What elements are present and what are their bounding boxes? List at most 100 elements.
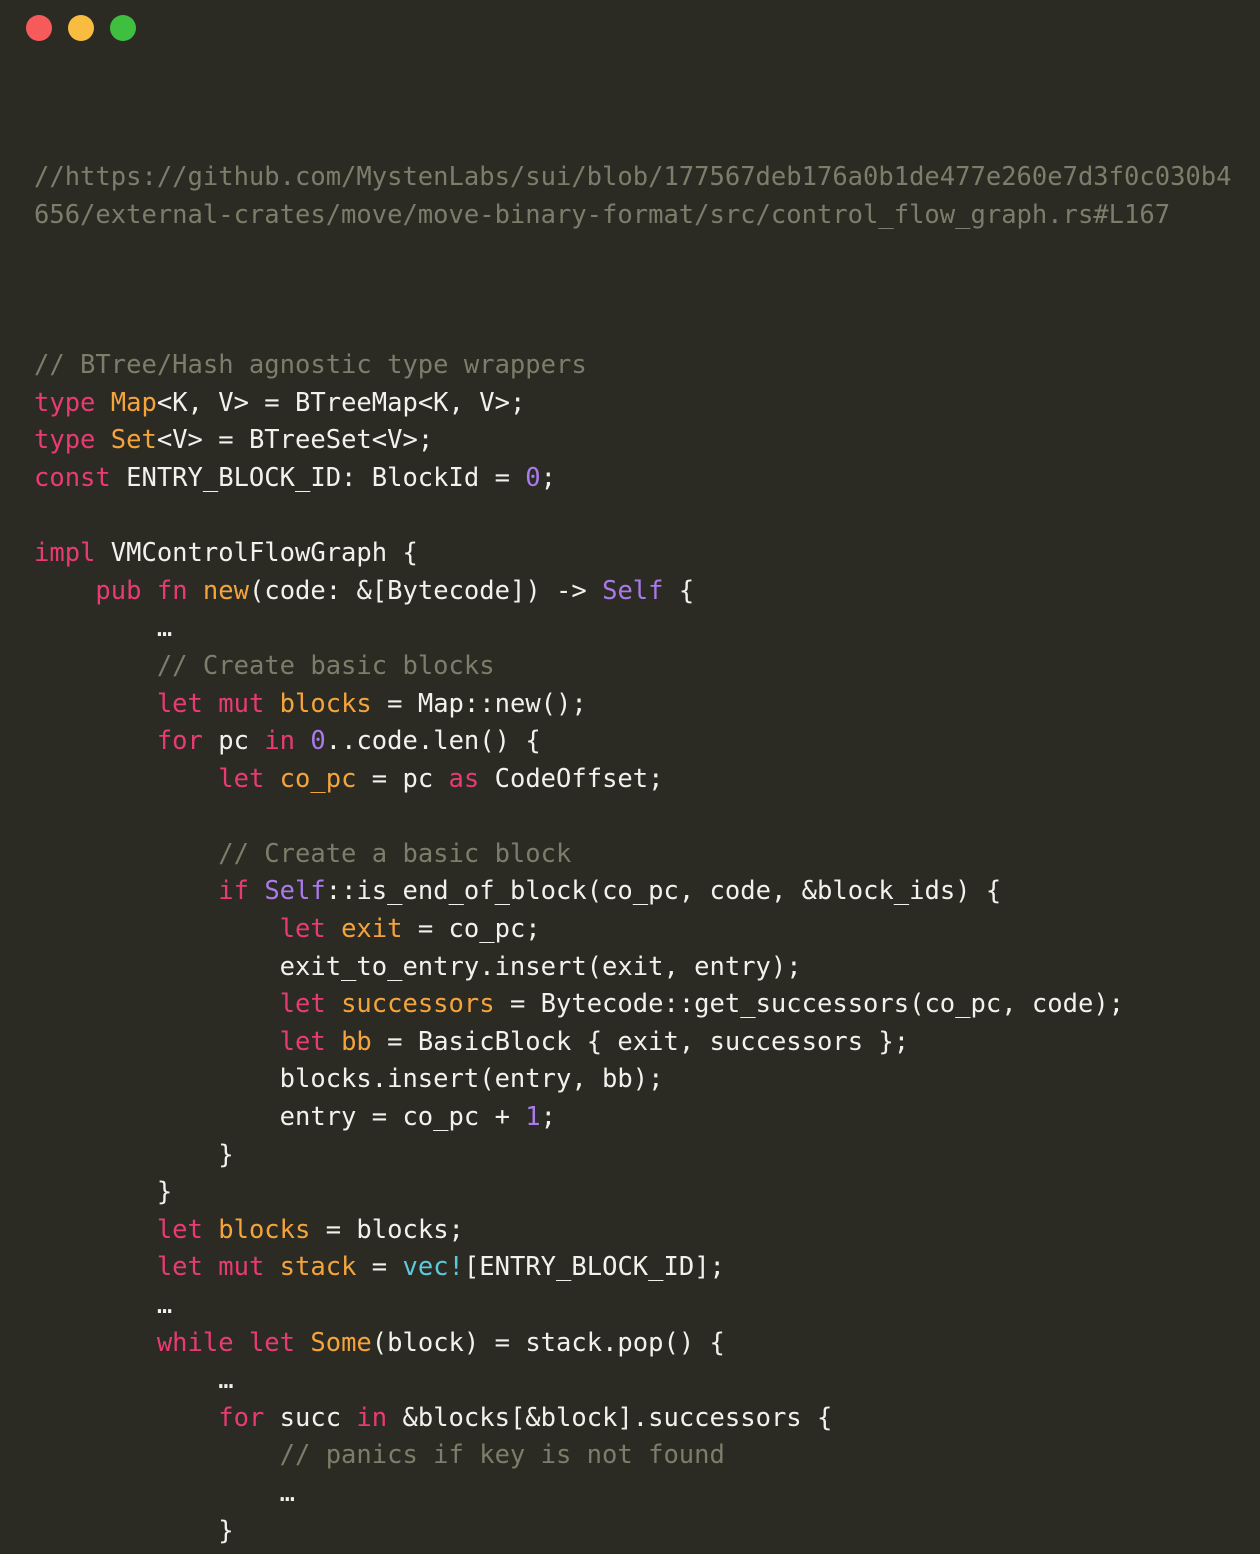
code-token: stack [279, 1252, 357, 1283]
code-token: let [156, 1252, 203, 1283]
code-token: in [264, 726, 296, 757]
code-line: // panics if key is not found [34, 1437, 1244, 1475]
code-line: for pc in 0..code.len() { [34, 723, 1244, 761]
code-token: = BasicBlock { exit, successors }; [371, 1026, 910, 1057]
code-line: let mut blocks = Map::new(); [34, 686, 1244, 724]
code-token: = blocks; [310, 1214, 464, 1245]
code-line: } [34, 1137, 1244, 1175]
code-line: let successors = Bytecode::get_successor… [34, 986, 1244, 1024]
code-token: let [279, 914, 326, 945]
code-token: // BTree/Hash agnostic type wrappers [34, 350, 587, 381]
code-token: … [218, 1365, 234, 1396]
code-line: } [34, 1174, 1244, 1212]
code-line: … [34, 1287, 1244, 1325]
code-token: mut [218, 1252, 265, 1283]
code-line: let co_pc = pc as CodeOffset; [34, 761, 1244, 799]
code-token: fn [156, 575, 188, 606]
code-token: Set [110, 425, 157, 456]
code-line: entry = co_pc + 1; [34, 1099, 1244, 1137]
code-token: <V> = BTreeSet<V>; [156, 425, 434, 456]
close-button[interactable] [26, 15, 52, 41]
code-line: // Create basic blocks [34, 648, 1244, 686]
code-token: Map [110, 387, 157, 418]
code-token: bb [341, 1026, 372, 1057]
code-line: blocks.insert(entry, bb); [34, 1061, 1244, 1099]
code-line: // Create a basic block [34, 836, 1244, 874]
code-token: ..code.len() { [325, 726, 541, 757]
code-token: type [34, 387, 96, 418]
code-line: … [34, 1362, 1244, 1400]
code-token: let [279, 1026, 326, 1057]
zoom-button[interactable] [110, 15, 136, 41]
code-token: let [248, 1327, 296, 1358]
code-token: entry = co_pc + [279, 1102, 526, 1133]
code-token: <K, V> = BTreeMap<K, V>; [156, 387, 526, 418]
code-token: in [356, 1402, 388, 1433]
code-line: … [34, 1475, 1244, 1513]
code-token: impl [34, 538, 96, 569]
window-titlebar [0, 0, 1260, 56]
code-token: blocks [218, 1214, 311, 1245]
code-token: … [156, 1290, 173, 1320]
code-token: co_pc [279, 763, 357, 794]
code-token: // panics if key is not found [279, 1440, 725, 1471]
source-url-comment: //https://github.com/MystenLabs/sui/blob… [34, 162, 1232, 230]
code-line: … [34, 610, 1244, 648]
code-line: } [34, 1513, 1244, 1551]
code-token: // Create a basic block [218, 838, 572, 869]
code-line: let mut stack = vec![ENTRY_BLOCK_ID]; [34, 1249, 1244, 1287]
code-token: ; [540, 462, 556, 493]
code-token: = co_pc; [402, 914, 541, 945]
code-token: mut [218, 688, 265, 719]
code-token: = pc [356, 763, 449, 794]
code-token: CodeOffset; [479, 763, 664, 794]
code-token: blocks.insert(entry, bb); [279, 1064, 664, 1095]
code-token: successors [341, 989, 495, 1020]
code-token: = Map::new(); [371, 688, 587, 719]
code-line: exit_to_entry.insert(exit, entry); [34, 949, 1244, 987]
code-token: 0 [525, 462, 541, 493]
minimize-button[interactable] [68, 15, 94, 41]
code-token: let [279, 989, 326, 1020]
code-line: const ENTRY_BLOCK_ID: BlockId = 0; [34, 460, 1244, 498]
code-token: let [156, 1214, 203, 1245]
code-token: blocks [279, 688, 372, 719]
code-token: … [156, 613, 173, 644]
code-token: exit_to_entry.insert(exit, entry); [279, 951, 802, 982]
code-token: vec! [402, 1252, 464, 1283]
code-token: (code: &[Bytecode]) -> [248, 575, 603, 606]
code-token: } [218, 1515, 234, 1546]
code-token: = [356, 1252, 403, 1283]
code-line: impl VMControlFlowGraph { [34, 535, 1244, 573]
code-token: = Bytecode::get_successors(co_pc, code); [494, 989, 1125, 1020]
code-token: for [218, 1402, 265, 1433]
code-token: Self [602, 575, 664, 606]
code-snippet-window: //https://github.com/MystenLabs/sui/blob… [0, 0, 1260, 1554]
code-token: pc [202, 726, 265, 757]
code-token: for [156, 726, 203, 757]
code-line: type Map<K, V> = BTreeMap<K, V>; [34, 385, 1244, 423]
